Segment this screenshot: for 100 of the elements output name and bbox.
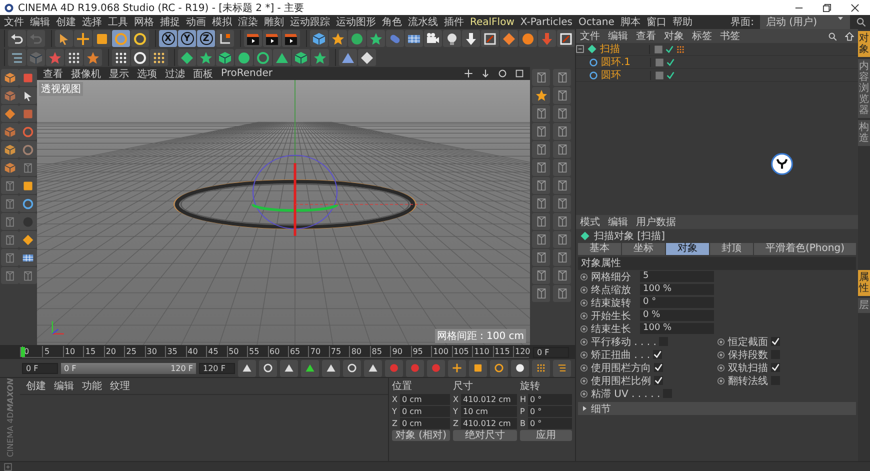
menu-item[interactable]: 文件 xyxy=(4,15,24,29)
toolbar-button[interactable] xyxy=(364,360,382,377)
plus-box-icon[interactable] xyxy=(4,462,12,470)
toolbar-button[interactable] xyxy=(93,30,111,47)
checkbox[interactable] xyxy=(771,337,780,346)
size-mode-dropdown[interactable]: 绝对尺寸 xyxy=(453,430,517,442)
toolbar-button[interactable] xyxy=(259,360,277,377)
menu-item[interactable]: 文件 xyxy=(580,29,600,43)
menu-item[interactable]: 用户数据 xyxy=(636,215,676,229)
menu-item[interactable]: 网格 xyxy=(134,15,154,29)
menu-item[interactable]: 流水线 xyxy=(408,15,438,29)
toolbar-button[interactable] xyxy=(74,30,92,47)
collapsible-section[interactable]: 细节 xyxy=(578,402,856,415)
toolbar-button[interactable] xyxy=(292,49,310,66)
toolbar-button[interactable] xyxy=(19,177,37,194)
toolbar-button[interactable] xyxy=(280,360,298,377)
toolbar-button[interactable] xyxy=(150,49,168,66)
menu-item[interactable]: 工具 xyxy=(108,15,128,29)
toolbar-button[interactable] xyxy=(322,360,340,377)
menu-item[interactable]: RealFlow xyxy=(470,16,514,28)
axis-toggle-button[interactable]: Z xyxy=(197,30,215,47)
toolbar-button[interactable] xyxy=(244,30,262,47)
menu-item[interactable]: 纹理 xyxy=(110,379,130,394)
menu-item[interactable]: 雕刻 xyxy=(264,15,284,29)
number-field[interactable]: 0 ° xyxy=(528,406,572,418)
side-tab[interactable]: 层 xyxy=(858,298,870,313)
checkbox[interactable] xyxy=(654,363,663,372)
tab[interactable]: 坐标 xyxy=(622,243,665,255)
toolbar-button[interactable] xyxy=(216,49,234,66)
menu-item[interactable]: 编辑 xyxy=(608,29,628,43)
toolbar-button[interactable] xyxy=(301,360,319,377)
keyframe-dot-icon[interactable] xyxy=(580,350,588,358)
toolbar-button[interactable] xyxy=(8,30,26,47)
toolbar-button[interactable] xyxy=(131,49,149,66)
keyframe-dot-icon[interactable] xyxy=(717,376,725,384)
maximize-view-icon[interactable] xyxy=(515,69,524,78)
side-tab[interactable]: 属性 xyxy=(858,270,870,296)
layout-dropdown[interactable]: 启动 (用户) xyxy=(760,15,850,29)
axis-toggle-button[interactable]: X xyxy=(159,30,177,47)
toolbar-button[interactable] xyxy=(448,360,466,377)
keyframe-dot-icon[interactable] xyxy=(717,338,725,346)
menu-item[interactable]: 脚本 xyxy=(620,15,640,29)
toolbar-button[interactable] xyxy=(443,30,461,47)
number-field[interactable]: 0 cm xyxy=(400,406,450,418)
menu-item[interactable]: 选择 xyxy=(82,15,102,29)
side-tab[interactable]: 内容浏览器 xyxy=(858,59,870,118)
menu-item[interactable]: X-Particles xyxy=(520,16,573,28)
number-field[interactable]: 410.012 cm xyxy=(461,394,517,406)
menu-item[interactable]: 创建 xyxy=(56,15,76,29)
menu-item[interactable]: 动画 xyxy=(186,15,206,29)
menu-item[interactable]: 模式 xyxy=(580,215,600,229)
toolbar-button[interactable] xyxy=(65,49,83,66)
toolbar-button[interactable] xyxy=(511,360,529,377)
number-field[interactable]: 0 % xyxy=(640,310,714,321)
toolbar-button[interactable] xyxy=(490,360,508,377)
frame-field[interactable]: 0 F xyxy=(533,346,569,358)
number-field[interactable]: 0 ° xyxy=(640,297,714,308)
side-tab[interactable]: 对象 xyxy=(858,31,870,57)
keyframe-dot-icon[interactable] xyxy=(580,272,588,280)
menu-item[interactable]: 模拟 xyxy=(212,15,232,29)
object-name[interactable]: 圆环 xyxy=(601,68,641,82)
number-field[interactable]: 0 cm xyxy=(400,394,450,406)
menu-item[interactable]: 功能 xyxy=(82,379,102,394)
menu-item[interactable]: 显示 xyxy=(109,66,129,80)
menu-item[interactable]: 运动跟踪 xyxy=(290,15,330,29)
rotate-view-icon[interactable] xyxy=(498,69,507,78)
toolbar-button[interactable] xyxy=(131,30,149,47)
coordinate-mode-dropdown[interactable]: 对象 (相对) xyxy=(392,430,450,442)
menu-item[interactable]: 选项 xyxy=(137,66,157,80)
close-icon[interactable] xyxy=(850,2,860,12)
number-field[interactable]: 100 % xyxy=(640,323,714,334)
apply-button[interactable]: 应用 xyxy=(520,430,572,442)
toolbar-button[interactable] xyxy=(282,30,300,47)
menu-item[interactable]: 渲染 xyxy=(238,15,258,29)
side-tab[interactable]: 构造 xyxy=(858,120,870,146)
keyframe-dot-icon[interactable] xyxy=(580,364,588,372)
keyframe-dot-icon[interactable] xyxy=(580,298,588,306)
zoom-view-icon[interactable] xyxy=(481,69,490,78)
toolbar-button[interactable] xyxy=(19,249,37,266)
toolbar-button[interactable] xyxy=(358,49,376,66)
checkbox[interactable] xyxy=(654,376,663,385)
keyframe-dot-icon[interactable] xyxy=(580,390,588,398)
search-icon[interactable] xyxy=(856,17,866,27)
toolbar-button[interactable] xyxy=(405,30,423,47)
menu-item[interactable]: 编辑 xyxy=(608,215,628,229)
number-field[interactable]: 10 cm xyxy=(461,406,517,418)
number-field[interactable]: 100 % xyxy=(640,284,714,295)
keyframe-dot-icon[interactable] xyxy=(580,312,588,320)
menu-item[interactable]: 编辑 xyxy=(30,15,50,29)
menu-item[interactable]: ProRender xyxy=(221,68,272,79)
axis-toggle-button[interactable]: Y xyxy=(178,30,196,47)
number-field[interactable]: 410.012 cm xyxy=(461,418,517,430)
keyframe-dot-icon[interactable] xyxy=(717,364,725,372)
menu-item[interactable]: 帮助 xyxy=(672,15,692,29)
menu-item[interactable]: 捕捉 xyxy=(160,15,180,29)
menu-item[interactable]: 对象 xyxy=(664,29,684,43)
menu-item[interactable]: Octane xyxy=(578,16,614,28)
search-icon[interactable] xyxy=(828,32,837,40)
number-field[interactable]: 0 ° xyxy=(528,394,572,406)
checkbox[interactable] xyxy=(653,350,662,359)
